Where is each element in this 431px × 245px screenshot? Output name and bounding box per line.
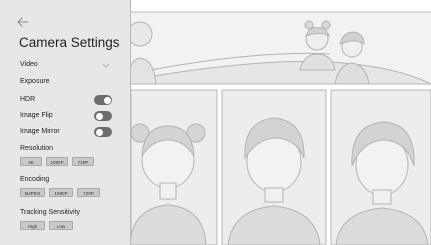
toggle-knob — [95, 128, 103, 136]
image-mirror-setting: Image Mirror — [20, 127, 112, 137]
encoding-option-1080p[interactable]: 1080P — [49, 188, 73, 197]
resolution-option-720p[interactable]: 720P — [72, 157, 94, 166]
image-flip-label: Image Flip — [20, 112, 53, 119]
exposure-heading: Exposure — [20, 78, 50, 85]
arrow-left-icon — [17, 17, 29, 27]
resolution-option-4k[interactable]: 4K — [20, 157, 42, 166]
tracking-sensitivity-heading: Tracking Sensitivity — [20, 209, 81, 216]
image-flip-setting: Image Flip — [20, 111, 112, 121]
encoding-options: MJPEG 1080P 720P — [20, 188, 100, 197]
chevron-down-icon — [102, 60, 110, 70]
panel-title: Camera Settings — [19, 35, 120, 50]
meeting-room-feed — [131, 12, 431, 84]
image-mirror-label: Image Mirror — [20, 128, 60, 135]
image-mirror-toggle[interactable] — [94, 127, 112, 137]
toggle-knob — [103, 96, 111, 104]
tracking-sensitivity-options: High Low — [20, 221, 73, 230]
video-source-value: Video — [20, 61, 38, 68]
image-flip-toggle[interactable] — [94, 111, 112, 121]
hdr-label: HDR — [20, 96, 36, 103]
encoding-option-720p[interactable]: 720P — [77, 188, 100, 197]
resolution-heading: Resolution — [20, 145, 54, 152]
hdr-toggle[interactable] — [94, 95, 112, 105]
video-source-select[interactable]: Video — [20, 60, 112, 70]
tracking-option-high[interactable]: High — [20, 221, 45, 230]
camera-app: Camera Settings Video Exposure HDR Image… — [0, 0, 431, 245]
toggle-knob — [95, 112, 103, 120]
hdr-setting: HDR — [20, 95, 112, 105]
encoding-option-mjpeg[interactable]: MJPEG — [20, 188, 45, 197]
settings-panel: Camera Settings Video Exposure HDR Image… — [0, 0, 131, 245]
resolution-option-1080p[interactable]: 1080P — [46, 157, 68, 166]
back-button[interactable] — [16, 15, 30, 29]
encoding-heading: Encoding — [20, 176, 50, 183]
tracking-option-low[interactable]: Low — [49, 221, 73, 230]
resolution-options: 4K 1080P 720P — [20, 157, 94, 166]
